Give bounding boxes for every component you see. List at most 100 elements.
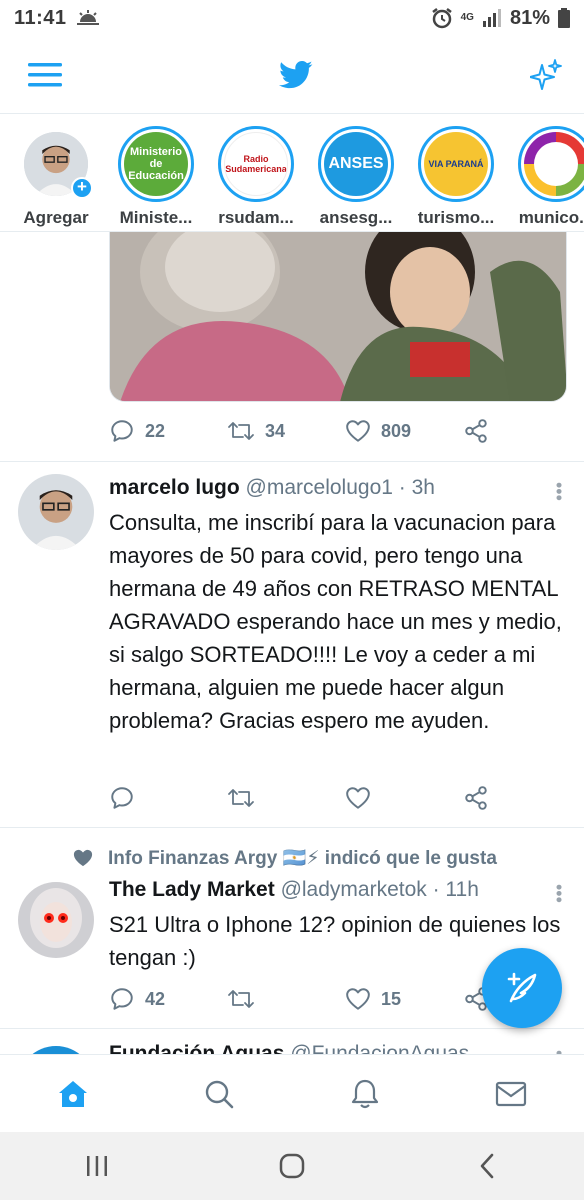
tweet-actions <box>109 785 509 811</box>
tweet-header: The Lady Market @ladymarketok · 11h <box>109 878 479 902</box>
tweet-actions: 42 15 <box>109 986 509 1012</box>
like-button[interactable]: 15 <box>345 987 463 1011</box>
like-count: 15 <box>381 988 402 1009</box>
heart-icon <box>346 988 370 1010</box>
retweet-button[interactable]: 34 <box>227 419 345 443</box>
like-button[interactable] <box>345 786 463 810</box>
tweet-header: marcelo lugo @marcelolugo1 · 3h <box>109 476 435 500</box>
heart-icon <box>346 787 370 809</box>
battery-icon <box>558 8 570 28</box>
reply-button[interactable]: 42 <box>109 986 227 1012</box>
top-app-bar <box>0 36 584 114</box>
mail-icon <box>495 1081 527 1106</box>
heart-filled-icon <box>73 849 93 867</box>
recent-apps-button[interactable] <box>67 1141 127 1191</box>
like-count: 809 <box>381 420 412 441</box>
fleet-label: Agregar <box>23 208 89 227</box>
tweet-text: Consulta, me inscribí para la vacunacion… <box>109 510 568 733</box>
fleet-turismo[interactable]: VIA PARANÁ turismo... <box>412 126 500 228</box>
status-bar: 11:41 4G 81% <box>0 0 584 36</box>
social-context: Info Finanzas Argy 🇦🇷⚡ indicó que le gus… <box>72 846 497 870</box>
fleet-label: ansesg... <box>319 208 393 227</box>
twitter-logo-icon[interactable] <box>279 60 313 90</box>
fleets-bar: + Agregar Ministerio de Educación Minist… <box>0 114 584 232</box>
retweet-count: 34 <box>265 420 286 441</box>
author-name[interactable]: marcelo lugo <box>109 476 240 499</box>
tweet-actions: 22 34 809 <box>109 418 509 444</box>
reply-icon <box>111 420 133 442</box>
back-button[interactable] <box>457 1141 517 1191</box>
share-icon <box>465 786 487 810</box>
avatar: Ministerio de Educación <box>124 132 188 196</box>
retweet-icon <box>228 422 254 440</box>
system-navigation-bar <box>0 1132 584 1200</box>
avatar <box>524 132 584 196</box>
tweet-header: Fundación Aguas @FundacionAguas <box>109 1042 469 1054</box>
tweet-divider <box>0 827 584 828</box>
fleet-anses[interactable]: ANSES ansesg... <box>312 126 400 228</box>
home-system-button[interactable] <box>262 1141 322 1191</box>
reply-count: 42 <box>145 988 166 1009</box>
network-type: 4G <box>460 12 474 23</box>
weather-icon <box>76 10 99 25</box>
fleet-rsudamericana[interactable]: Radio Sudamericana rsudam... <box>212 126 300 228</box>
avatar: ANSES <box>324 132 388 196</box>
reply-button[interactable]: 22 <box>109 418 227 444</box>
back-chevron-icon <box>480 1153 493 1179</box>
avatar: VIA PARANÁ <box>424 132 488 196</box>
author-handle[interactable]: @ladymarketok · 11h <box>281 878 479 901</box>
avatar[interactable] <box>18 882 94 958</box>
social-context-text[interactable]: Info Finanzas Argy 🇦🇷⚡ indicó que le gus… <box>108 846 497 870</box>
timeline[interactable]: 22 34 809 marcelo lugo @marcelolugo1 · 3… <box>0 232 584 1054</box>
tweet-divider <box>0 461 584 462</box>
tweet-divider <box>0 1028 584 1029</box>
more-options-icon[interactable]: ••• <box>549 482 569 501</box>
nav-search[interactable] <box>189 1064 249 1124</box>
compose-tweet-button[interactable] <box>482 948 562 1028</box>
author-name[interactable]: Fundación Aguas <box>109 1042 284 1054</box>
share-button[interactable] <box>463 785 489 811</box>
more-options-icon[interactable]: ••• <box>549 884 569 903</box>
share-button[interactable] <box>463 418 489 444</box>
avatar[interactable] <box>18 1046 94 1054</box>
fleet-label: munico... <box>518 208 584 227</box>
fleet-add[interactable]: + Agregar <box>12 126 100 228</box>
avatar[interactable] <box>18 474 94 550</box>
share-icon <box>465 419 487 443</box>
battery-percent: 81% <box>509 6 550 29</box>
home-circle-icon <box>279 1153 305 1179</box>
retweet-button[interactable] <box>227 987 345 1011</box>
retweet-icon <box>228 990 254 1008</box>
signal-icon <box>482 9 501 27</box>
nav-messages[interactable] <box>481 1064 541 1124</box>
sparkle-icon[interactable] <box>530 58 562 91</box>
author-handle[interactable]: @marcelolugo1 · 3h <box>246 476 435 499</box>
reply-icon <box>111 787 133 809</box>
retweet-button[interactable] <box>227 786 345 810</box>
fleet-ministerio[interactable]: Ministerio de Educación Ministe... <box>112 126 200 228</box>
fleet-label: rsudam... <box>218 208 294 227</box>
fleet-munico[interactable]: munico... <box>512 126 584 228</box>
add-fleet-icon: + <box>71 177 93 199</box>
avatar: Radio Sudamericana <box>224 132 288 196</box>
search-icon <box>205 1080 234 1108</box>
menu-icon[interactable] <box>28 61 62 89</box>
tweet-media-image[interactable] <box>109 232 567 402</box>
heart-icon <box>346 420 370 442</box>
fleet-label: Ministe... <box>119 208 193 227</box>
reply-icon <box>111 988 133 1010</box>
home-icon <box>59 1080 87 1107</box>
like-button[interactable]: 809 <box>345 419 463 443</box>
author-name[interactable]: The Lady Market <box>109 878 275 901</box>
reply-button[interactable] <box>109 785 227 811</box>
bell-icon <box>351 1079 379 1108</box>
alarm-icon <box>431 8 452 29</box>
nav-notifications[interactable] <box>335 1064 395 1124</box>
fleet-label: turismo... <box>417 208 495 227</box>
recent-apps-icon <box>87 1156 108 1176</box>
author-handle[interactable]: @FundacionAguas <box>290 1042 469 1054</box>
retweet-icon <box>228 789 254 807</box>
nav-home[interactable] <box>43 1064 103 1124</box>
bottom-navigation <box>0 1054 584 1132</box>
status-time: 11:41 <box>14 6 67 29</box>
